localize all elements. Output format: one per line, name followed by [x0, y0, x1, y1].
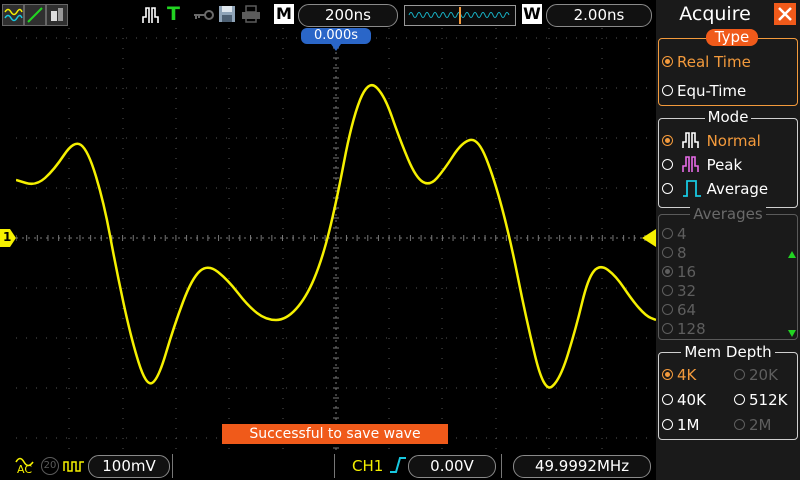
- key-icon: [192, 7, 214, 21]
- top-status-bar: T M 200ns W 2.00ns: [0, 0, 656, 28]
- mem-depth-option-512k[interactable]: 512K: [734, 391, 787, 409]
- mode-option-average[interactable]: Average: [662, 179, 768, 198]
- volts-per-div-value[interactable]: 100mV: [88, 455, 170, 478]
- memory-position-bar: [404, 5, 516, 26]
- normal-mode-icon: [681, 132, 699, 148]
- menu-title: Acquire: [679, 3, 751, 25]
- trigger-level-marker[interactable]: [642, 229, 656, 247]
- time-base-value[interactable]: 200ns: [298, 4, 398, 27]
- type-option-real-time[interactable]: Real Time: [662, 53, 751, 71]
- scroll-down-icon[interactable]: [788, 322, 796, 341]
- type-option-equ-time[interactable]: Equ-Time: [662, 82, 746, 100]
- trigger-position-marker[interactable]: 0.000s: [301, 28, 371, 56]
- divider: [334, 454, 335, 478]
- mem-depth-option-40k[interactable]: 40K: [662, 391, 706, 409]
- acquire-menu-panel: Acquire Type Real Time Equ-Time Mode Nor…: [656, 0, 800, 480]
- divider: [501, 454, 502, 478]
- channel1-marker-label: 1: [3, 230, 12, 244]
- coupling-label: AC: [17, 463, 33, 476]
- graticule: [16, 28, 656, 450]
- averages-option-16[interactable]: 16: [662, 263, 696, 281]
- rising-edge-icon: [389, 456, 407, 474]
- invert-icon: [63, 458, 85, 472]
- trigger-channel-label: CH1: [352, 457, 384, 475]
- trigger-level-value[interactable]: 0.00V: [408, 455, 496, 478]
- averages-option-32[interactable]: 32: [662, 282, 696, 300]
- mem-depth-legend: Mem Depth: [656, 343, 800, 361]
- mode-option-peak[interactable]: Peak: [662, 155, 742, 174]
- frequency-readout: 49.9992MHz: [513, 455, 651, 478]
- scroll-up-icon[interactable]: [788, 243, 796, 262]
- averages-option-8[interactable]: 8: [662, 244, 687, 262]
- average-mode-icon: [682, 180, 701, 197]
- main-timebase-label: M: [274, 4, 294, 24]
- vectors-icon: [24, 4, 46, 26]
- peak-mode-icon: [681, 156, 699, 172]
- message-banner: Successful to save wave: [222, 424, 448, 444]
- mem-depth-option-2m[interactable]: 2M: [734, 416, 772, 434]
- waveform-display: 0.000s Successful to save wave: [16, 28, 656, 450]
- averages-legend: Averages: [656, 205, 800, 223]
- window-timebase-label: W: [522, 4, 542, 24]
- bandwidth-limit-icon: 20: [41, 457, 59, 475]
- window-time-value[interactable]: 2.00ns: [546, 4, 652, 27]
- averages-option-128[interactable]: 128: [662, 320, 706, 338]
- display-mode-icon: [46, 4, 68, 26]
- waveform-icon: [2, 4, 24, 26]
- ac-coupling-icon: AC: [15, 452, 35, 478]
- run-state-icon: [142, 5, 160, 25]
- mem-depth-option-4k[interactable]: 4K: [662, 366, 696, 384]
- trigger-mode-indicator: T: [167, 3, 180, 25]
- averages-option-4[interactable]: 4: [662, 225, 687, 243]
- close-icon[interactable]: [774, 3, 796, 25]
- channel1-ground-marker[interactable]: 1: [0, 229, 16, 247]
- mem-depth-option-1m[interactable]: 1M: [662, 416, 700, 434]
- printer-icon: [241, 5, 261, 23]
- type-legend: Type: [706, 29, 758, 46]
- bottom-status-bar: AC 20 100mV CH1 0.00V 49.9992MHz: [0, 450, 656, 480]
- mode-option-normal[interactable]: Normal: [662, 131, 761, 150]
- mem-depth-option-20k[interactable]: 20K: [734, 366, 778, 384]
- averages-option-64[interactable]: 64: [662, 301, 696, 319]
- mode-legend: Mode: [656, 108, 800, 126]
- divider: [172, 454, 173, 478]
- save-disk-icon: [218, 5, 236, 23]
